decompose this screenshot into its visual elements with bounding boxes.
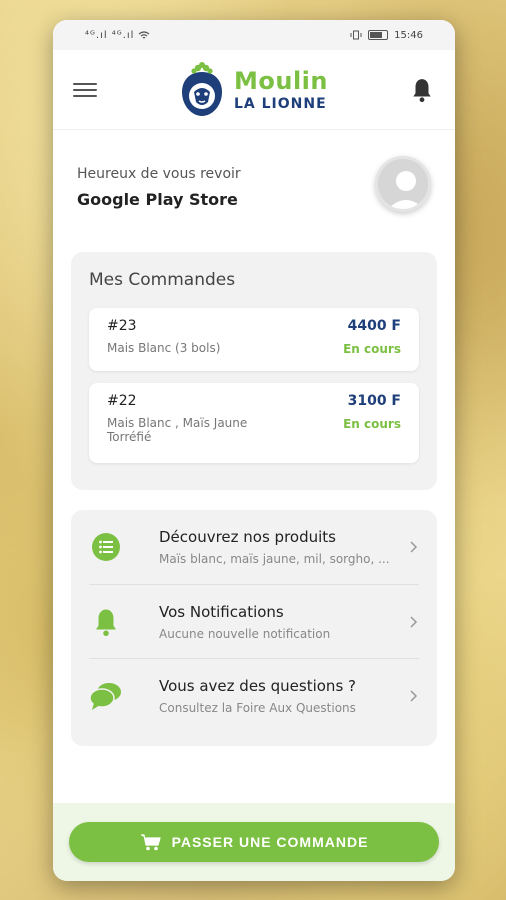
lion-logo-icon: [182, 61, 222, 116]
footer-bar: PASSER UNE COMMANDE: [53, 803, 455, 881]
hamburger-menu-icon[interactable]: [73, 80, 97, 100]
order-status: En cours: [343, 342, 401, 356]
logo-title: Moulin: [234, 66, 328, 95]
cart-icon: [140, 834, 161, 851]
order-status: En cours: [343, 417, 401, 431]
order-card[interactable]: #23 Mais Blanc (3 bols) 4400 F En cours: [89, 308, 419, 371]
orders-title: Mes Commandes: [89, 270, 236, 290]
avatar[interactable]: [375, 156, 431, 212]
menu-item-subtitle: Consultez la Foire Aux Questions: [159, 700, 356, 715]
bell-icon: [96, 609, 116, 636]
wifi-icon: [139, 31, 150, 39]
menu-item-title: Vous avez des questions ?: [159, 676, 356, 695]
menu-item-subtitle: Maïs blanc, maïs jaune, mil, sorgho, ...: [159, 552, 390, 566]
orders-section: Mes Commandes #23 Mais Blanc (3 bols) 44…: [71, 252, 437, 490]
status-time: 15:46: [394, 29, 423, 41]
list-icon: [92, 533, 120, 561]
chevron-right-icon: [410, 541, 418, 553]
order-amount: 4400 F: [347, 318, 401, 334]
order-number: #23: [107, 318, 137, 334]
app-window: ⁴ᴳ.ıl ⁴ᴳ.ıl 15:46 Moulin LA LIONNE Heure…: [53, 20, 455, 881]
app-header: Moulin LA LIONNE: [53, 50, 455, 130]
order-description: Mais Blanc , Maïs Jaune Torréfié: [107, 416, 248, 444]
chevron-right-icon: [410, 689, 418, 702]
menu-item-products[interactable]: Découvrez nos produits Maïs blanc, maïs …: [89, 510, 419, 584]
menu-item-title: Vos Notifications: [159, 602, 284, 621]
order-number: #22: [107, 393, 137, 409]
notifications-bell-icon[interactable]: [409, 77, 435, 103]
signal-indicator: ⁴ᴳ.ıl ⁴ᴳ.ıl: [85, 30, 150, 41]
greeting-section: Heureux de vous revoir Google Play Store: [53, 130, 455, 250]
menu-item-faq[interactable]: Vous avez des questions ? Consultez la F…: [89, 658, 419, 732]
place-order-label: PASSER UNE COMMANDE: [171, 834, 369, 850]
order-description: Mais Blanc (3 bols): [107, 341, 221, 355]
brand-logo: Moulin LA LIONNE: [178, 61, 328, 118]
menu-item-subtitle: Aucune nouvelle notification: [159, 626, 331, 641]
order-card[interactable]: #22 Mais Blanc , Maïs Jaune Torréfié 310…: [89, 383, 419, 463]
place-order-button[interactable]: PASSER UNE COMMANDE: [69, 822, 439, 862]
logo-subtitle: LA LIONNE: [234, 95, 327, 112]
order-amount: 3100 F: [347, 393, 401, 409]
menu-item-title: Découvrez nos produits: [159, 528, 336, 546]
shortcut-menu: Découvrez nos produits Maïs blanc, maïs …: [71, 510, 437, 746]
vibrate-icon: [350, 30, 362, 40]
chat-icon: [89, 682, 121, 710]
chevron-right-icon: [410, 615, 418, 628]
menu-item-notifications[interactable]: Vos Notifications Aucune nouvelle notifi…: [89, 584, 419, 658]
battery-icon: [368, 30, 389, 40]
signal-text: ⁴ᴳ.ıl ⁴ᴳ.ıl: [85, 29, 135, 41]
status-bar: ⁴ᴳ.ıl ⁴ᴳ.ıl 15:46: [53, 20, 455, 50]
